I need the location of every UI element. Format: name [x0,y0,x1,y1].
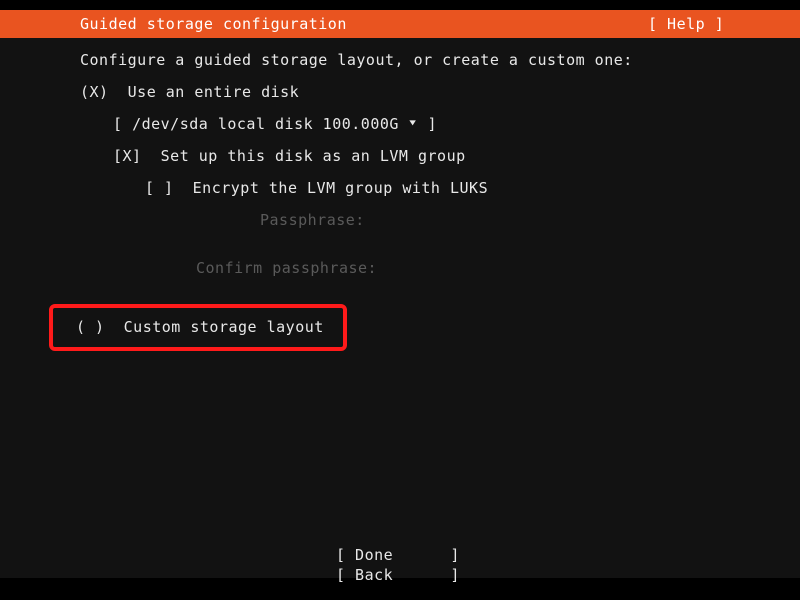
passphrase-label: Passphrase: [260,211,365,229]
help-button[interactable]: [ Help ] [648,14,724,34]
disk-selector-pad-right [418,115,428,133]
chevron-down-icon[interactable]: ▼ [410,117,417,128]
checkbox-encrypt-luks-marker: [ ] [145,179,174,197]
radio-use-entire-disk[interactable]: (X) Use an entire disk [80,82,299,102]
disk-selector-pad-mid [399,115,409,133]
checkbox-encrypt-luks[interactable]: [ ] Encrypt the LVM group with LUKS [145,178,488,198]
checkbox-lvm-group[interactable]: [X] Set up this disk as an LVM group [113,146,466,166]
disk-selector-dropdown[interactable]: [ /dev/sda local disk 100.000G ▼ ] [113,114,437,134]
instruction-text: Configure a guided storage layout, or cr… [80,51,633,69]
radio-custom-spacer [105,318,124,336]
radio-custom-storage-label: Custom storage layout [123,318,324,336]
disk-selector-open-bracket: [ [113,115,123,133]
disk-selector-value: /dev/sda local disk 100.000G [132,115,399,133]
radio-use-entire-disk-marker: (X) [80,83,109,101]
custom-storage-layout-highlight[interactable]: ( ) Custom storage layout [49,304,347,351]
installer-screen: Guided storage configuration [ Help ] Co… [0,0,800,600]
checkbox-encrypt-luks-label: Encrypt the LVM group with LUKS [192,179,489,197]
confirm-passphrase-label: Confirm passphrase: [196,259,378,277]
disk-selector-close-bracket: ] [427,115,438,133]
radio-spacer [109,83,128,101]
radio-custom-storage-layout[interactable]: ( ) Custom storage layout [76,317,324,337]
checkbox-luks-spacer [174,179,193,197]
header-bar: Guided storage configuration [ Help ] [0,10,800,38]
radio-custom-storage-marker: ( ) [76,318,105,336]
checkbox-lvm-group-marker: [X] [113,147,142,165]
done-button[interactable]: [ Done ] [336,545,460,565]
disk-selector-pad-left [123,115,133,133]
checkbox-lvm-group-label: Set up this disk as an LVM group [160,147,466,165]
checkbox-lvm-spacer [142,147,161,165]
radio-use-entire-disk-label: Use an entire disk [127,83,300,101]
back-button[interactable]: [ Back ] [336,565,460,585]
terminal-body: Guided storage configuration [ Help ] Co… [0,10,800,584]
page-title: Guided storage configuration [80,15,347,33]
